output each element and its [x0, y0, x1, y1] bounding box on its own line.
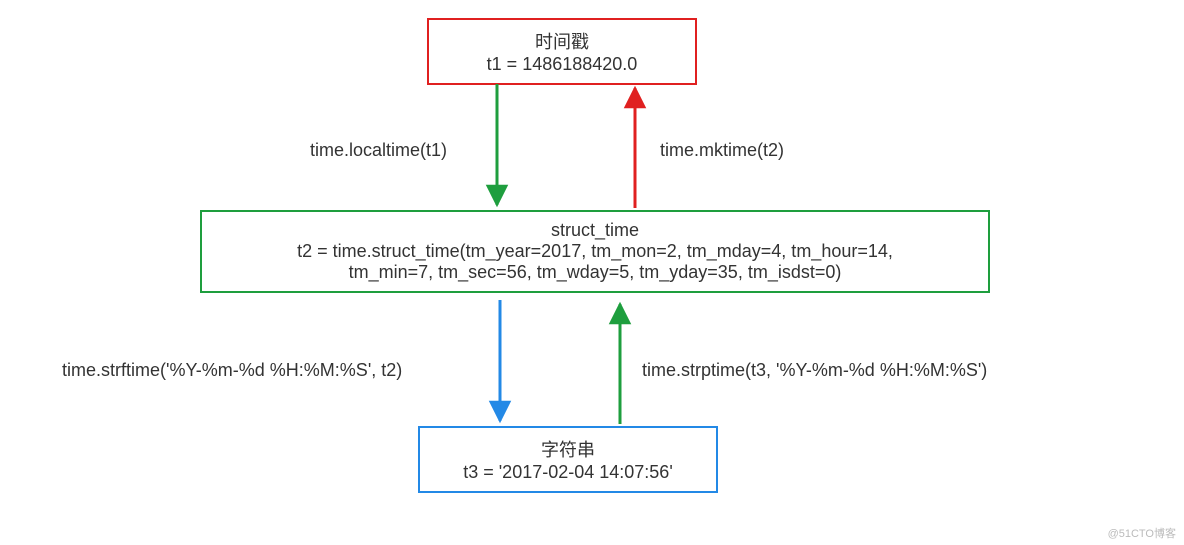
- box-string-value: t3 = '2017-02-04 14:07:56': [434, 462, 702, 483]
- box-timestamp-value: t1 = 1486188420.0: [443, 54, 681, 75]
- watermark: @51CTO博客: [1108, 525, 1176, 541]
- box-timestamp: 时间戳 t1 = 1486188420.0: [427, 18, 697, 85]
- label-mktime: time.mktime(t2): [660, 140, 784, 161]
- box-string: 字符串 t3 = '2017-02-04 14:07:56': [418, 426, 718, 493]
- box-struct-time: struct_time t2 = time.struct_time(tm_yea…: [200, 210, 990, 293]
- box-timestamp-title: 时间戳: [443, 28, 681, 54]
- label-strftime: time.strftime('%Y-%m-%d %H:%M:%S', t2): [62, 360, 402, 381]
- box-struct-time-line2: tm_min=7, tm_sec=56, tm_wday=5, tm_yday=…: [216, 262, 974, 283]
- box-string-title: 字符串: [434, 436, 702, 462]
- label-strptime: time.strptime(t3, '%Y-%m-%d %H:%M:%S'): [642, 360, 987, 381]
- box-struct-time-title: struct_time: [216, 220, 974, 241]
- label-localtime: time.localtime(t1): [310, 140, 447, 161]
- box-struct-time-line1: t2 = time.struct_time(tm_year=2017, tm_m…: [216, 241, 974, 262]
